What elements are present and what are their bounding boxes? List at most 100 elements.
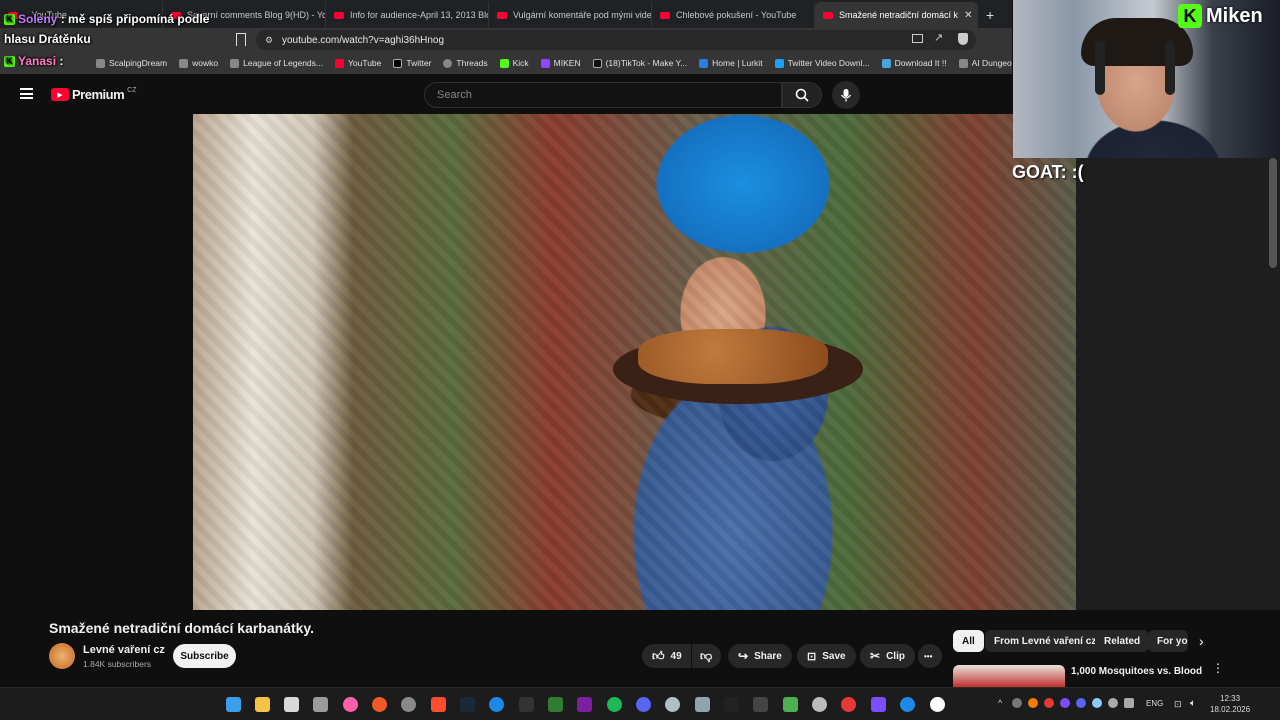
settings-gear-icon[interactable] [401,697,416,712]
channel-name[interactable]: Levné vaření cz [83,644,165,656]
app-map-icon[interactable] [783,697,798,712]
bookmark-favicon-icon [230,58,240,68]
browser-tab[interactable]: Vulgární komentáře pod mými videi( [489,2,652,28]
bookmark-icon[interactable] [236,33,246,46]
tray-icon[interactable] [1028,698,1038,708]
bookmark-item[interactable]: AI Dungeon [958,58,1012,68]
search-button[interactable] [782,82,822,108]
twitch-icon [540,58,550,68]
youtube-icon [334,58,344,68]
discord-icon[interactable] [636,697,651,712]
bookmark-item[interactable]: MIKEN [540,58,581,68]
bookmark-item[interactable]: Kick [499,58,529,68]
youtube-icon [823,11,833,19]
language-indicator[interactable]: ENG [1146,699,1163,708]
bookmark-item[interactable]: Twitter [393,58,431,68]
bookmark-item[interactable]: (18)TikTok - Make Y... [592,58,687,68]
app-blue-icon[interactable] [900,697,915,712]
chip-from-channel[interactable]: From Levné vaření cz [985,630,1106,652]
app-grid-icon[interactable] [871,697,886,712]
chevron-right-icon[interactable]: › [1199,633,1204,649]
share-icon: ↪ [738,649,749,663]
tray-icon[interactable] [1092,698,1102,708]
x-app-icon[interactable] [724,697,739,712]
chat-message: K Yanasi : [4,54,63,68]
windows-start-icon[interactable] [226,697,241,712]
system-clock[interactable]: 12:33 18.02.2026 [1210,693,1250,715]
bookmark-item[interactable]: Threads [443,58,488,68]
shield-app-icon[interactable] [812,697,827,712]
share-page-icon[interactable]: ↗ [934,31,943,44]
dislike-button[interactable]: 👎︎ [692,644,721,668]
bookmark-item[interactable]: YouTube [334,58,381,68]
url-field[interactable]: ⚙ youtube.com/watch?v=aghi36hHnog [256,30,976,50]
tray-icon[interactable] [1124,698,1134,708]
origin-icon[interactable] [372,697,387,712]
tray-icon[interactable] [1044,698,1054,708]
network-icon[interactable]: ⊡ [1174,699,1182,710]
tray-icon[interactable] [1012,698,1022,708]
video-player[interactable] [193,114,1076,610]
app-pink-icon[interactable] [343,697,358,712]
recommendation-menu-icon[interactable]: ⋮ [1212,662,1224,674]
bookmark-item[interactable]: League of Legends... [230,58,323,68]
clip-button[interactable]: ✂ Clip [860,644,915,668]
app-dark-icon[interactable] [753,697,768,712]
search-input[interactable]: Search [424,82,782,108]
chip-all[interactable]: All [953,630,984,652]
browser-tab[interactable]: Chlebové pokušení - YouTube [652,2,815,28]
notepad-icon[interactable] [284,697,299,712]
chat-message: hlasu Drátěnku [4,32,91,46]
youtube-icon [660,11,670,19]
share-button[interactable]: ↪ Share [728,644,792,668]
bookmark-item[interactable]: Download It !! [881,58,947,68]
channel-avatar[interactable] [49,643,75,669]
ai-dungeon-icon [958,58,968,68]
chip-related[interactable]: Related [1095,630,1150,652]
epic-games-icon[interactable] [519,697,534,712]
tray-chevron-icon[interactable]: ^ [998,698,1002,708]
new-tab-button[interactable]: + [978,7,1002,28]
volume-icon[interactable]: 🔈︎ [1190,698,1196,709]
chip-for-you[interactable]: For yo [1148,630,1188,652]
spotify-icon[interactable] [607,697,622,712]
bookmark-item[interactable]: Twitter Video Downl... [774,58,870,68]
save-button[interactable]: ⊡ Save [797,644,856,668]
app-c-icon[interactable] [665,697,680,712]
browser-tab[interactable]: Info for audience-April 13, 2013 Blog [326,2,489,28]
battlenet-icon[interactable] [489,697,504,712]
calculator-icon[interactable] [695,697,710,712]
scrollbar-thumb[interactable] [1269,158,1277,268]
bookmark-item[interactable]: Home | Lurkit [699,58,763,68]
app-white-icon[interactable] [930,697,945,712]
terminal-icon[interactable] [313,697,328,712]
download-icon [881,58,891,68]
youtube-logo[interactable]: ▶ Premium CZ [51,87,136,102]
browser-tab-active[interactable]: Smažené netradiční domácí k ✕ [815,2,978,28]
youtube-icon [334,11,344,19]
obs-icon[interactable] [841,697,856,712]
thumbs-down-icon: 👎︎ [700,648,713,663]
bookmark-item[interactable]: ScalpingDream [96,58,167,68]
close-tab-icon[interactable]: ✕ [964,10,972,21]
microphone-tray-icon[interactable] [1108,698,1118,708]
subscribe-button[interactable]: Subscribe [173,644,236,668]
file-explorer-icon[interactable] [255,697,270,712]
tray-icon[interactable] [1060,698,1070,708]
app-green-icon[interactable] [548,697,563,712]
like-button[interactable]: 👍︎ 49 [642,644,691,668]
recommendation-title[interactable]: 1,000 Mosquitoes vs. Blood [1071,666,1202,677]
webcam-frame-headphone-right [1165,40,1175,95]
menu-icon[interactable] [20,88,33,99]
steam-icon[interactable] [460,697,475,712]
shield-icon[interactable] [958,33,968,45]
site-info-icon[interactable]: ⚙ [265,35,273,46]
recommendation-thumbnail[interactable] [953,665,1065,687]
cast-icon[interactable] [912,34,923,43]
tray-icon[interactable] [1076,698,1086,708]
bookmark-item[interactable]: wowko [179,58,218,68]
app-purple-icon[interactable] [577,697,592,712]
brave-browser-icon[interactable] [431,697,446,712]
voice-search-button[interactable] [832,81,860,109]
more-actions-button[interactable]: ••• [918,644,942,668]
